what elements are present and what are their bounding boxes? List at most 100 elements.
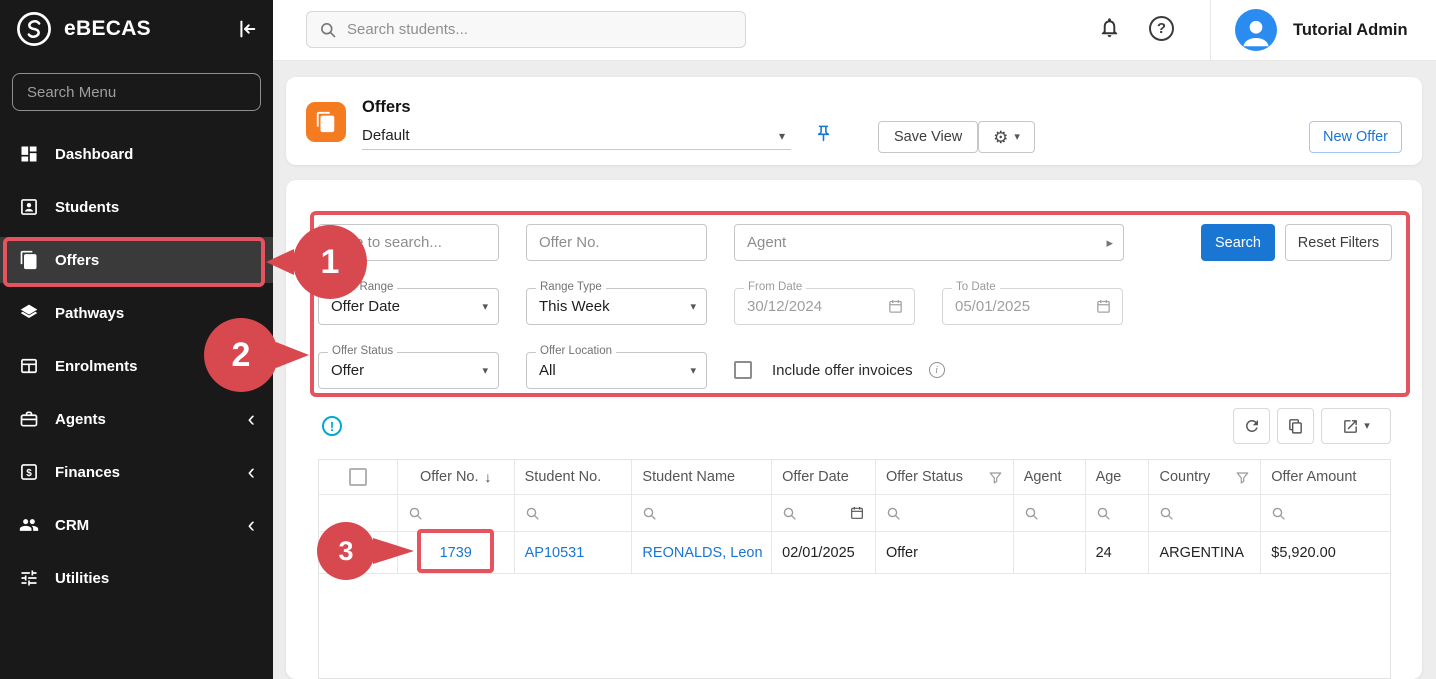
caret-down-icon: ▾ (779, 129, 791, 143)
sidebar-item-agents[interactable]: Agents ‹ (0, 396, 273, 442)
sidebar-item-enrolments[interactable]: Enrolments (0, 343, 273, 389)
column-search-icon (1159, 506, 1174, 521)
filter-cell-student-no[interactable] (515, 495, 633, 532)
student-search-input[interactable] (347, 21, 733, 38)
from-date-value: 30/12/2024 (747, 298, 822, 315)
agent-field: ▸ (734, 224, 1124, 261)
offer-no-input[interactable] (527, 225, 706, 260)
svg-text:$: $ (26, 468, 32, 479)
column-label: Offer Amount (1271, 469, 1356, 485)
sidebar-item-pathways[interactable]: Pathways (0, 290, 273, 336)
export-button[interactable]: ▾ (1321, 408, 1391, 444)
refresh-button[interactable] (1233, 408, 1270, 444)
sidebar-item-offers[interactable]: Offers (0, 237, 273, 283)
sidebar-item-utilities[interactable]: Utilities (0, 555, 273, 601)
crm-icon (18, 515, 40, 535)
cell-age: 24 (1086, 532, 1150, 574)
column-header-country[interactable]: Country (1149, 460, 1261, 495)
column-header-student-name[interactable]: Student Name (632, 460, 772, 495)
filter-cell-offer-no[interactable] (398, 495, 515, 532)
column-search-icon (642, 506, 657, 521)
include-invoices-label: Include offer invoices (772, 362, 913, 379)
filter-cell-offer-status[interactable] (876, 495, 1014, 532)
column-search-icon (408, 506, 423, 521)
view-settings-button[interactable]: ⚙ ▾ (978, 121, 1035, 153)
view-header-card: Offers Default ▾ Save View ⚙ ▾ New Offer (286, 77, 1422, 165)
sidebar-item-crm[interactable]: CRM ‹ (0, 502, 273, 548)
column-header-offer-no[interactable]: Offer No. ↓ (398, 460, 515, 495)
caret-right-icon[interactable]: ▸ (1106, 235, 1123, 251)
notifications-bell-icon[interactable] (1098, 16, 1121, 44)
column-header-age[interactable]: Age (1086, 460, 1150, 495)
search-icon (319, 21, 337, 39)
reset-filters-button[interactable]: Reset Filters (1285, 224, 1392, 261)
filter-cell-age[interactable] (1086, 495, 1150, 532)
cell-offer-amount: $5,920.00 (1261, 532, 1390, 574)
column-header-student-no[interactable]: Student No. (515, 460, 633, 495)
column-header-offer-date[interactable]: Offer Date (772, 460, 876, 495)
student-name-link[interactable]: REONALDS, Leon (642, 545, 762, 561)
column-header-offer-amount[interactable]: Offer Amount (1261, 460, 1390, 495)
sidebar-item-dashboard[interactable]: Dashboard (0, 131, 273, 177)
filter-funnel-icon[interactable] (988, 470, 1003, 485)
to-date-field: To Date 05/01/2025 (942, 288, 1123, 325)
offer-location-value: All (539, 362, 556, 379)
from-date-label: From Date (744, 281, 806, 293)
new-offer-button[interactable]: New Offer (1309, 121, 1402, 153)
cell-agent (1014, 532, 1086, 574)
agents-icon (18, 409, 40, 429)
view-selector[interactable]: Default ▾ (362, 122, 791, 150)
pin-view-icon[interactable] (814, 124, 833, 148)
calendar-icon[interactable] (849, 505, 865, 521)
column-header-offer-status[interactable]: Offer Status (876, 460, 1014, 495)
offer-location-label: Offer Location (536, 345, 616, 357)
column-search-icon (525, 506, 540, 521)
column-header-agent[interactable]: Agent (1014, 460, 1086, 495)
offer-status-value: Offer (331, 362, 364, 379)
include-invoices-checkbox[interactable] (734, 361, 752, 379)
date-range-label: Date Range (328, 281, 397, 293)
filter-cell-country[interactable] (1149, 495, 1261, 532)
column-search-icon (886, 506, 901, 521)
gear-icon: ⚙ (993, 129, 1008, 146)
text-search-field (318, 224, 499, 261)
text-search-input[interactable] (319, 225, 498, 260)
offer-status-select[interactable]: Offer Status Offer ▾ (318, 352, 499, 389)
filter-cell-offer-amount[interactable] (1261, 495, 1390, 532)
sidebar-item-students[interactable]: Students (0, 184, 273, 230)
offer-location-select[interactable]: Offer Location All ▾ (526, 352, 707, 389)
search-button[interactable]: Search (1201, 224, 1275, 261)
filter-cell-agent[interactable] (1014, 495, 1086, 532)
offers-module-icon (306, 102, 346, 142)
date-range-select[interactable]: Date Range Offer Date ▾ (318, 288, 499, 325)
copy-button[interactable] (1277, 408, 1314, 444)
filter-funnel-icon[interactable] (1235, 470, 1250, 485)
sidebar-item-label: Offers (55, 252, 99, 269)
caret-down-icon: ▾ (690, 364, 696, 377)
filter-cell-student-name[interactable] (632, 495, 772, 532)
sidebar-item-finances[interactable]: $ Finances ‹ (0, 449, 273, 495)
grid-alert-icon[interactable]: ! (322, 416, 342, 436)
help-icon[interactable]: ? (1149, 16, 1174, 41)
table-row[interactable]: 1739 AP10531 REONALDS, Leon 02/01/2025 O… (319, 532, 1390, 574)
column-label: Agent (1024, 469, 1062, 485)
student-no-link[interactable]: AP10531 (525, 545, 585, 561)
column-search-icon (782, 506, 797, 521)
sidebar-search-input[interactable] (12, 73, 261, 111)
row-checkbox[interactable] (349, 544, 367, 562)
row-select-cell (319, 532, 398, 574)
user-avatar[interactable] (1235, 9, 1277, 51)
filter-cell-offer-date[interactable] (772, 495, 876, 532)
include-invoices-row: Include offer invoices i (734, 361, 945, 379)
sidebar-collapse-icon[interactable] (235, 18, 257, 40)
student-search (306, 11, 746, 48)
chevron-left-icon: ‹ (248, 408, 255, 430)
save-view-button[interactable]: Save View (878, 121, 978, 153)
offer-status-label: Offer Status (328, 345, 397, 357)
agent-input[interactable] (735, 225, 1106, 260)
select-all-checkbox[interactable] (349, 468, 367, 486)
offer-link[interactable]: 1739 (440, 545, 472, 561)
info-icon[interactable]: i (929, 362, 945, 378)
range-type-select[interactable]: Range Type This Week ▾ (526, 288, 707, 325)
range-type-value: This Week (539, 298, 610, 315)
